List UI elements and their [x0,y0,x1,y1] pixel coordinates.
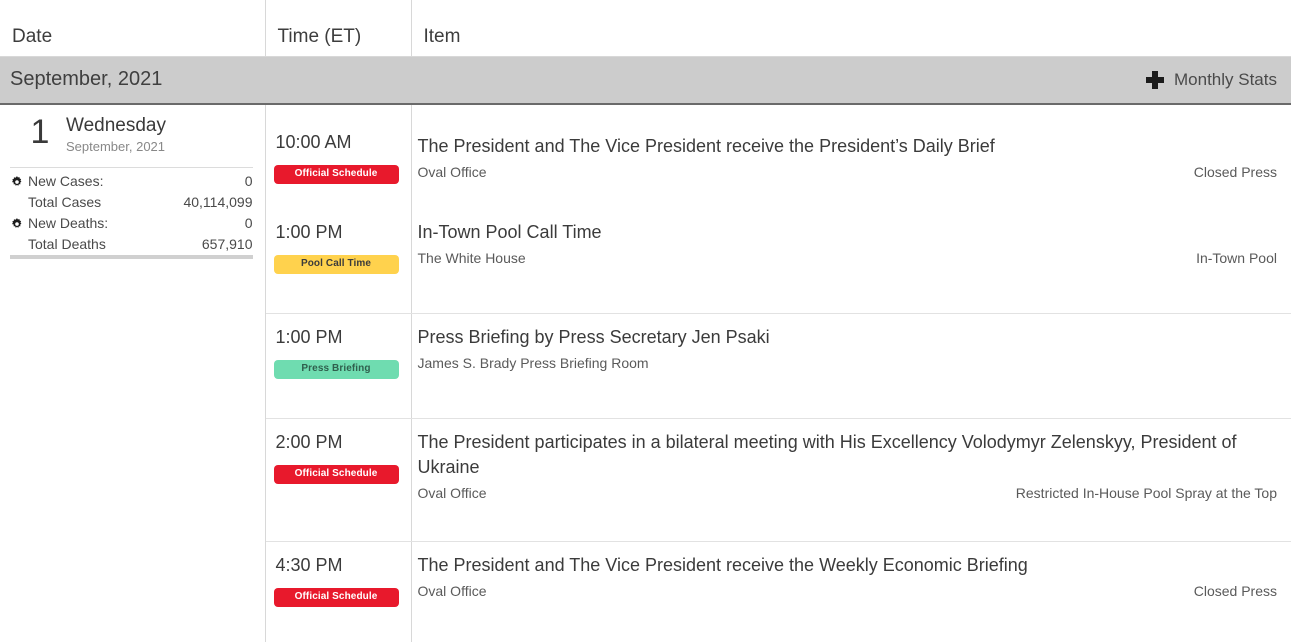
event-title: Press Briefing by Press Secretary Jen Ps… [417,326,770,347]
event-press-status: Closed Press [1193,164,1277,180]
event-title: The President participates in a bilatera… [417,431,1237,477]
schedule-table: Date Time (ET) Item September, 2021 Mont… [0,0,1291,642]
stat-row-total-deaths: Total Deaths 657,910 [10,234,253,255]
day-body-row: 1 Wednesday September, 2021 New Cases: 0 [0,103,1291,642]
event-location: James S. Brady Press Briefing Room [417,354,649,371]
stat-label: New Deaths: [28,214,109,231]
event-location: Oval Office [417,164,487,180]
event-press-status: In-Town Pool [1196,249,1277,266]
event-time: 4:30 PM [275,554,343,575]
time-cell: 1:00 PM Pool Call Time [265,208,412,314]
plus-icon [1146,70,1164,89]
event-time: 10:00 AM [275,132,352,152]
stat-value: 40,114,099 [183,193,253,210]
item-cell: In-Town Pool Call Time The White House I… [411,208,1291,314]
event-badge[interactable]: Press Briefing [273,359,399,379]
stat-label: Total Deaths [28,235,106,252]
column-header-date: Date [0,0,266,57]
item-cell: The President participates in a bilatera… [411,418,1291,542]
day-number: 1 [30,112,50,151]
item-cell: The President and The Vice President rec… [411,541,1291,642]
event-badge[interactable]: Official Schedule [273,165,399,184]
month-band-row: September, 2021 Monthly Stats [0,55,1291,105]
event-title: In-Town Pool Call Time [417,221,602,242]
stat-row-total-cases: Total Cases 40,114,099 [10,192,253,213]
event-time: 2:00 PM [275,431,343,452]
gear-icon [10,174,24,188]
stat-label: New Cases: [28,172,104,189]
event-location: Oval Office [417,582,487,599]
stat-label: Total Cases [28,193,102,210]
stat-value: 657,910 [201,235,253,252]
event-badge[interactable]: Official Schedule [273,587,399,607]
time-cell: 2:00 PM Official Schedule [265,418,412,542]
event-badge[interactable]: Official Schedule [273,464,399,484]
table-header-row: Date Time (ET) Item [0,0,1291,57]
item-cell: Press Briefing by Press Secretary Jen Ps… [411,313,1291,419]
column-header-item: Item [411,0,1291,57]
event-time: 1:00 PM [275,221,343,242]
stat-value: 0 [244,214,253,231]
event-title: The President and The Vice President rec… [417,554,1028,575]
event-press-status: Restricted In-House Pool Spray at the To… [1015,484,1277,501]
event-title: The President and The Vice President rec… [417,136,995,156]
monthly-stats-toggle[interactable]: Monthly Stats [1146,70,1277,90]
event-location: The White House [417,249,526,266]
stat-value: 0 [244,172,253,189]
month-label: September, 2021 [10,68,163,90]
day-header: 1 Wednesday September, 2021 [0,105,265,161]
stat-row-new-cases: New Cases: 0 [10,171,253,192]
stat-row-new-deaths: New Deaths: 0 [10,213,253,234]
day-month-year: September, 2021 [66,138,166,154]
covid-stats-box: New Cases: 0 Total Cases 40,114,099 New … [10,166,253,259]
month-band-cell: September, 2021 Monthly Stats [0,55,1291,105]
event-time: 1:00 PM [275,326,343,347]
gear-icon [10,216,24,230]
item-cell: The President and The Vice President rec… [411,104,1291,209]
monthly-stats-label: Monthly Stats [1174,69,1277,89]
time-cell: 10:00 AM Official Schedule [265,103,412,209]
day-weekday: Wednesday [66,114,166,136]
time-cell: 4:30 PM Official Schedule [265,541,412,642]
column-header-time: Time (ET) [265,0,412,57]
event-press-status: Closed Press [1193,582,1277,599]
time-cell: 1:00 PM Press Briefing [265,313,412,419]
date-cell: 1 Wednesday September, 2021 New Cases: 0 [0,103,266,642]
event-badge[interactable]: Pool Call Time [273,254,399,274]
event-location: Oval Office [417,484,487,501]
